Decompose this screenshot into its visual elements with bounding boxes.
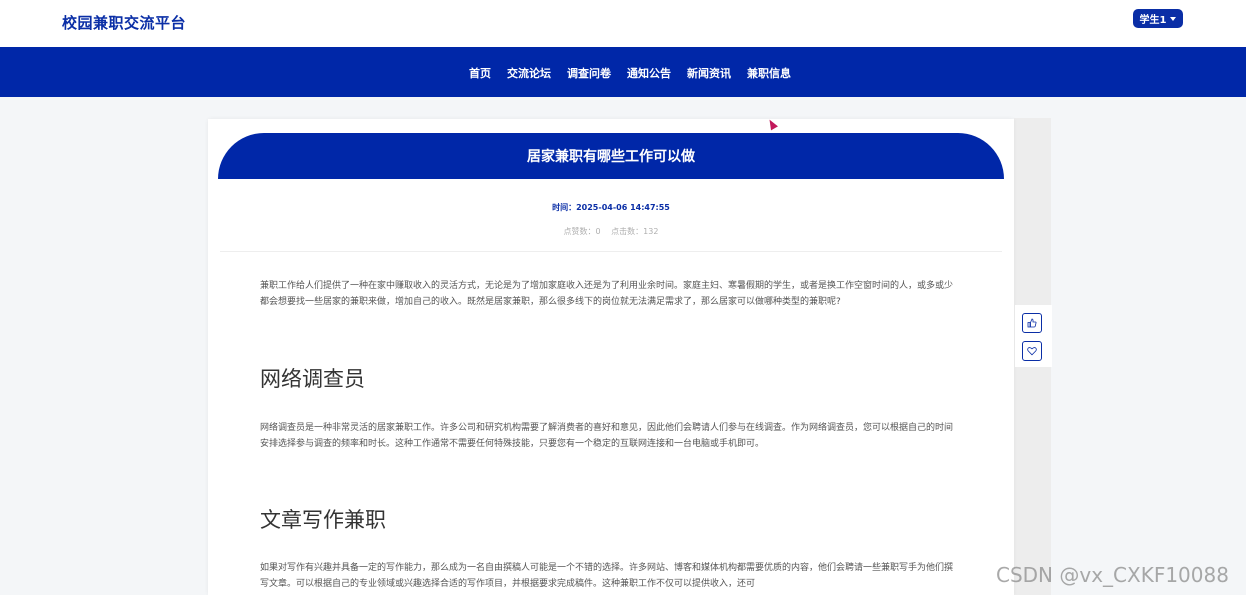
nav-item-survey[interactable]: 调查问卷 <box>567 65 611 81</box>
top-header: 校园兼职交流平台 学生1 <box>0 0 1246 47</box>
divider <box>220 251 1002 252</box>
section-text-survey: 网络调查员是一种非常灵活的居家兼职工作。许多公司和研究机构需要了解消费者的喜好和… <box>260 423 954 449</box>
user-menu-label: 学生1 <box>1139 15 1167 26</box>
site-logo-title[interactable]: 校园兼职交流平台 <box>62 12 186 33</box>
main-navbar: 首页 交流论坛 调查问卷 通知公告 新闻资讯 兼职信息 <box>0 47 1246 97</box>
article-card: 居家兼职有哪些工作可以做 时间：2025-04-06 14:47:55 点赞数：… <box>208 119 1014 595</box>
nav-item-forum[interactable]: 交流论坛 <box>507 65 551 81</box>
article-time: 时间：2025-04-06 14:47:55 <box>552 203 670 212</box>
article-intro: 兼职工作给人们提供了一种在家中赚取收入的灵活方式，无论是为了增加家庭收入还是为了… <box>260 281 954 307</box>
article-stats: 点赞数：0 点击数：132 <box>208 226 1014 237</box>
article-title-banner: 居家兼职有哪些工作可以做 <box>218 133 1004 179</box>
nav-item-home[interactable]: 首页 <box>469 65 491 81</box>
user-menu-button[interactable]: 学生1 <box>1133 9 1183 28</box>
section-heading-writing: 文章写作兼职 <box>260 508 386 532</box>
nav-item-news[interactable]: 新闻资讯 <box>687 65 731 81</box>
section-heading-survey: 网络调查员 <box>260 367 365 391</box>
click-count: 点击数：132 <box>611 227 659 236</box>
article-title: 居家兼职有哪些工作可以做 <box>527 149 695 165</box>
nav-item-jobs[interactable]: 兼职信息 <box>747 65 791 81</box>
heart-icon[interactable] <box>1022 341 1042 361</box>
nav-item-notice[interactable]: 通知公告 <box>627 65 671 81</box>
article-action-panel <box>1015 305 1052 367</box>
section-text-writing: 如果对写作有兴趣并具备一定的写作能力，那么成为一名自由撰稿人可能是一个不错的选择… <box>260 563 954 589</box>
thumbs-up-glyph <box>1027 318 1037 328</box>
heart-glyph <box>1027 347 1037 356</box>
like-count: 点赞数：0 <box>563 227 601 236</box>
chevron-down-icon <box>1170 16 1177 21</box>
thumbs-up-icon[interactable] <box>1022 313 1042 333</box>
watermark: CSDN @vx_CXKF10088 <box>996 563 1229 587</box>
nav-menu: 首页 交流论坛 调查问卷 通知公告 新闻资讯 兼职信息 <box>469 65 791 81</box>
